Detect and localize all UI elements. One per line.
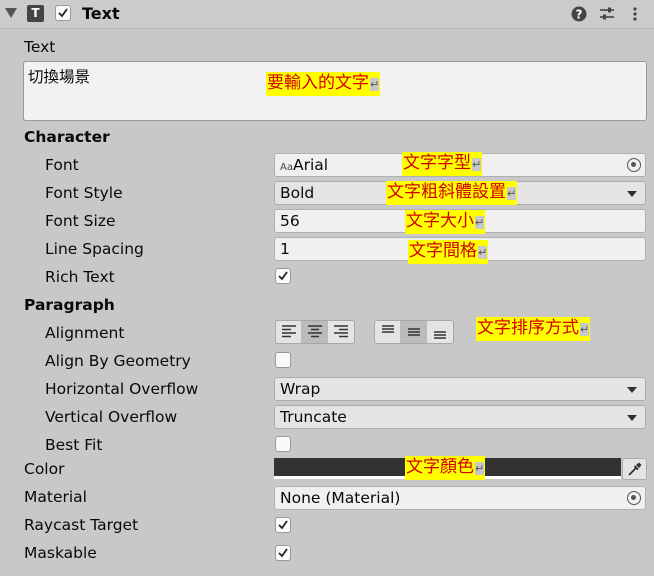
line-spacing-value: 1 (280, 240, 290, 258)
raycast-target-checkbox[interactable] (275, 517, 291, 533)
fold-arrow-icon[interactable] (5, 8, 17, 18)
align-left-button[interactable] (276, 321, 302, 343)
material-label: Material (24, 488, 87, 506)
font-value: Arial (292, 156, 329, 174)
eyedropper-icon (628, 462, 642, 476)
line-spacing-label: Line Spacing (45, 240, 144, 258)
font-style-value: Bold (280, 184, 315, 202)
align-top-button[interactable] (375, 321, 401, 343)
best-fit-label: Best Fit (45, 436, 103, 454)
align-left-icon (282, 325, 296, 338)
rich-text-checkbox[interactable] (275, 268, 291, 284)
annotation-color: 文字顏色↵ (405, 456, 486, 480)
object-picker-icon[interactable] (627, 491, 641, 505)
chevron-down-icon (627, 415, 637, 421)
align-center-icon (308, 325, 322, 338)
checkmark-icon (278, 548, 288, 558)
annotation-line-spacing: 文字間格↵ (408, 240, 489, 264)
annotation-alignment: 文字排序方式↵ (476, 317, 591, 341)
vertical-overflow-dropdown[interactable]: Truncate (274, 405, 646, 429)
vertical-overflow-value: Truncate (280, 408, 347, 426)
raycast-target-label: Raycast Target (24, 516, 139, 534)
align-by-geometry-checkbox[interactable] (275, 352, 291, 368)
kebab-menu-icon[interactable] (627, 6, 643, 22)
text-component-icon: T (27, 5, 44, 22)
align-right-icon (334, 325, 348, 338)
checkmark-icon (278, 520, 288, 530)
align-right-button[interactable] (328, 321, 354, 343)
text-input-value: 切換場景 (28, 68, 91, 86)
font-style-label: Font Style (45, 184, 123, 202)
align-top-icon (382, 325, 394, 333)
annotation-font-style: 文字粗斜體設置↵ (386, 181, 518, 205)
best-fit-checkbox[interactable] (275, 436, 291, 452)
checkmark-icon (58, 8, 68, 18)
align-bottom-icon (434, 331, 446, 339)
annotation-font: 文字字型↵ (402, 152, 483, 176)
component-title: Text (82, 4, 120, 23)
horizontal-alignment-group (275, 320, 355, 344)
font-size-label: Font Size (45, 212, 116, 230)
alignment-label: Alignment (45, 324, 125, 342)
material-value: None (Material) (280, 489, 401, 507)
checkmark-icon (278, 271, 288, 281)
align-bottom-button[interactable] (427, 321, 453, 343)
paragraph-heading: Paragraph (24, 296, 115, 314)
font-asset-icon: Aa (280, 162, 293, 173)
align-middle-icon (408, 328, 420, 336)
font-label: Font (45, 156, 79, 174)
vertical-alignment-group (374, 320, 454, 344)
horizontal-overflow-dropdown[interactable]: Wrap (274, 377, 646, 401)
align-middle-button[interactable] (401, 321, 427, 343)
color-label: Color (24, 460, 65, 478)
horizontal-overflow-value: Wrap (280, 380, 321, 398)
character-heading: Character (24, 128, 110, 146)
chevron-down-icon (627, 191, 637, 197)
text-label: Text (24, 38, 56, 56)
font-size-value: 56 (280, 212, 300, 230)
vertical-overflow-label: Vertical Overflow (45, 408, 178, 426)
component-header: T Text ? (0, 0, 654, 29)
horizontal-overflow-label: Horizontal Overflow (45, 380, 199, 398)
component-enabled-checkbox[interactable] (55, 5, 71, 21)
chevron-down-icon (627, 387, 637, 393)
material-field[interactable]: None (Material) (274, 486, 646, 510)
preset-icon[interactable] (599, 6, 615, 22)
help-icon[interactable]: ? (571, 6, 587, 22)
maskable-checkbox[interactable] (275, 545, 291, 561)
rich-text-label: Rich Text (45, 268, 115, 286)
maskable-label: Maskable (24, 544, 97, 562)
align-by-geometry-label: Align By Geometry (45, 352, 191, 370)
eyedropper-button[interactable] (622, 458, 647, 480)
annotation-text: 要輸入的文字↵ (266, 72, 381, 96)
object-picker-icon[interactable] (627, 158, 641, 172)
align-center-button[interactable] (302, 321, 328, 343)
svg-text:?: ? (576, 8, 583, 22)
annotation-font-size: 文字大小↵ (405, 210, 486, 234)
